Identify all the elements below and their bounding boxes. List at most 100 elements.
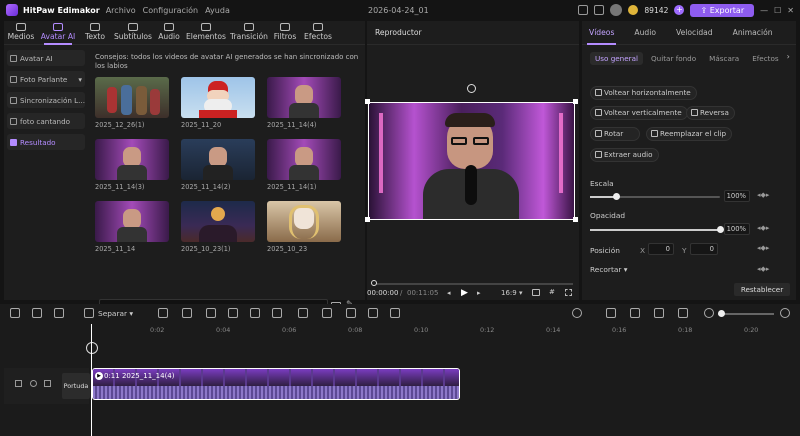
grid-icon[interactable]: #: [549, 288, 555, 296]
menu-ayuda[interactable]: Ayuda: [205, 6, 230, 15]
reset-button[interactable]: Restablecer: [734, 283, 790, 296]
tab-efectos[interactable]: Efectos: [300, 21, 336, 44]
subtab-uso-general[interactable]: Uso general: [590, 52, 644, 65]
resize-handle[interactable]: [365, 99, 370, 104]
keyframe-icon[interactable]: ◂◆▸: [757, 265, 769, 273]
calendar-icon[interactable]: [578, 5, 589, 15]
ai-icon[interactable]: [368, 308, 378, 318]
close-icon[interactable]: ✕: [787, 6, 794, 15]
link-icon[interactable]: [606, 308, 616, 318]
track-lock-icon[interactable]: [15, 380, 22, 387]
zoom-in-icon[interactable]: [780, 308, 790, 318]
keyframe-icon[interactable]: ◂◆▸: [757, 244, 769, 252]
speed-icon[interactable]: [206, 308, 216, 318]
extract-audio-button[interactable]: Extraer audio: [590, 148, 659, 162]
subtab-efectos[interactable]: Efectos: [747, 52, 783, 65]
zoom-slider[interactable]: [718, 313, 774, 315]
keyframe-icon[interactable]: ◂◆▸: [757, 191, 769, 199]
tab-filtros[interactable]: Filtros: [270, 21, 300, 44]
minimize-icon[interactable]: —: [760, 6, 768, 15]
tab-avatar-ai[interactable]: Avatar AI: [38, 21, 78, 45]
progress-bar[interactable]: [373, 283, 573, 285]
playhead-handle[interactable]: [86, 342, 98, 354]
sidebar-item-foto-cantando[interactable]: foto cantando: [7, 113, 85, 129]
opacity-slider-knob[interactable]: [717, 226, 724, 233]
subtab-quitar-fondo[interactable]: Quitar fondo: [646, 52, 701, 65]
x-value[interactable]: 0: [648, 243, 674, 255]
microphone-icon[interactable]: [572, 308, 582, 318]
menu-configuracion[interactable]: Configuración: [143, 6, 199, 15]
split-button[interactable]: Separar ▾: [98, 309, 133, 318]
track-mute-icon[interactable]: [44, 380, 51, 387]
scale-slider[interactable]: [590, 193, 720, 200]
play-icon[interactable]: ▶: [461, 288, 468, 298]
play-clip-icon[interactable]: ▶: [95, 372, 103, 380]
thumbnail-item[interactable]: 2025_11_14(1): [267, 139, 341, 191]
thumbnail-item[interactable]: 2025_11_14(4): [267, 77, 341, 129]
sidebar-item-avatar-ai[interactable]: Avatar AI: [7, 50, 85, 66]
redo-icon[interactable]: [32, 308, 42, 318]
rotate-handle[interactable]: [467, 84, 476, 93]
chevron-right-icon[interactable]: ›: [787, 52, 790, 65]
replace-clip-button[interactable]: Reemplazar el clip: [646, 127, 733, 141]
screen-record-icon[interactable]: [390, 308, 400, 318]
reverse-button[interactable]: Reversa: [686, 106, 735, 120]
fit-icon[interactable]: [678, 308, 688, 318]
tab-elementos[interactable]: Elementos: [184, 21, 228, 44]
resize-handle[interactable]: [573, 99, 578, 104]
timeline-ruler[interactable]: 0:02 0:04 0:06 0:08 0:10 0:12 0:14 0:16 …: [92, 326, 800, 338]
screen-icon[interactable]: [594, 5, 605, 15]
menu-archivo[interactable]: Archivo: [106, 6, 136, 15]
tab-texto[interactable]: Texto: [78, 21, 112, 44]
crop-icon[interactable]: [228, 308, 238, 318]
export-frame-icon[interactable]: [322, 308, 332, 318]
snap-icon[interactable]: [630, 308, 640, 318]
progress-knob[interactable]: [371, 280, 377, 286]
scale-value[interactable]: 100%: [724, 190, 750, 202]
tab-subtitulos[interactable]: Subtítulos: [112, 21, 154, 44]
zoom-slider-knob[interactable]: [718, 310, 725, 317]
filter-icon[interactable]: [298, 308, 308, 318]
thumbnail-item[interactable]: 2025_10_23: [267, 201, 341, 253]
y-value[interactable]: 0: [690, 243, 718, 255]
flip-vertical-button[interactable]: Voltear verticalmente: [590, 106, 688, 120]
thumbnail-item[interactable]: 2025_12_26(1): [95, 77, 169, 129]
sidebar-item-sincronizacion[interactable]: Sincronización L...: [7, 92, 85, 108]
thumbnail-item[interactable]: 2025_11_20: [181, 77, 255, 129]
crop-toggle[interactable]: Recortar ▾: [590, 265, 628, 274]
prev-frame-icon[interactable]: ◂: [447, 289, 451, 297]
marker-icon[interactable]: [654, 308, 664, 318]
resize-handle[interactable]: [365, 217, 370, 222]
track-cover[interactable]: Portuda: [62, 373, 90, 399]
aspect-ratio[interactable]: 16:9 ▾: [501, 289, 522, 297]
maximize-icon[interactable]: ☐: [774, 6, 781, 15]
video-clip[interactable]: ▶ 0:11 2025_11_14(4): [92, 368, 460, 400]
tab-animacion[interactable]: Animación: [726, 21, 780, 45]
transform-icon[interactable]: [250, 308, 260, 318]
tab-audio[interactable]: Audio: [627, 21, 663, 45]
undo-icon[interactable]: [10, 308, 20, 318]
opacity-value[interactable]: 100%: [724, 223, 750, 235]
rotate-tool-icon[interactable]: [272, 308, 282, 318]
sidebar-item-foto-parlante[interactable]: Foto Parlante ▾: [7, 71, 85, 87]
next-frame-icon[interactable]: ▸: [477, 289, 481, 297]
tab-transicion[interactable]: Transición: [228, 21, 270, 44]
tab-velocidad[interactable]: Velocidad: [669, 21, 720, 45]
zoom-out-icon[interactable]: [704, 308, 714, 318]
sidebar-item-resultado[interactable]: Resultado: [7, 134, 85, 150]
opacity-slider[interactable]: [590, 226, 724, 233]
fullscreen-icon[interactable]: [565, 289, 572, 296]
tab-audio[interactable]: Audio: [154, 21, 184, 44]
tab-medios[interactable]: Medios: [4, 21, 38, 44]
freeze-icon[interactable]: [158, 308, 168, 318]
scale-slider-knob[interactable]: [613, 193, 620, 200]
keyframe-icon[interactable]: ◂◆▸: [757, 224, 769, 232]
thumbnail-item[interactable]: 2025_10_23(1): [181, 201, 255, 253]
split-icon[interactable]: [84, 308, 94, 318]
delete-icon[interactable]: [54, 308, 64, 318]
avatar[interactable]: [610, 4, 623, 16]
tab-videos[interactable]: Vídeos: [582, 21, 621, 45]
rotate-button[interactable]: Rotar: [590, 127, 640, 141]
text-tool-icon[interactable]: [182, 308, 192, 318]
thumbnail-item[interactable]: 2025_11_14(3): [95, 139, 169, 191]
